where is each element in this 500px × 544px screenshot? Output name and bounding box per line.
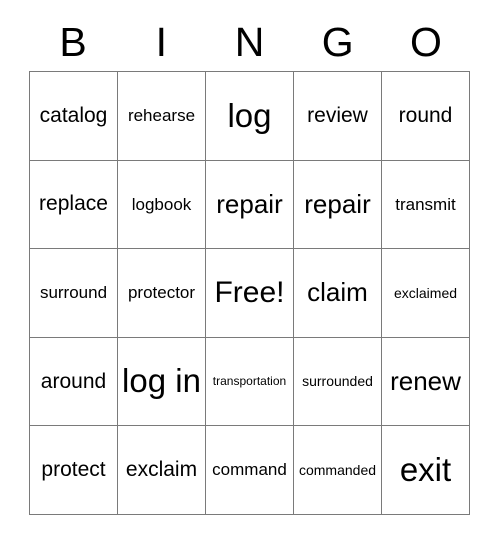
bingo-cell-label: protect: [41, 458, 106, 482]
bingo-cell-label: repair: [216, 188, 283, 219]
bingo-cell-label: surrounded: [302, 373, 373, 390]
bingo-cell-i4[interactable]: log in: [118, 337, 206, 427]
bingo-cell-label: surround: [39, 283, 108, 303]
bingo-cell-n5[interactable]: command: [206, 426, 294, 515]
bingo-cell-label: transportation: [212, 374, 287, 389]
bingo-cell-label: logbook: [131, 194, 192, 214]
bingo-cell-label: around: [40, 369, 107, 393]
header-letter-i: I: [155, 19, 167, 65]
bingo-cell-i5[interactable]: exclaim: [118, 426, 206, 515]
header-letter-g: G: [321, 19, 354, 65]
bingo-cell-i1[interactable]: rehearse: [118, 72, 206, 161]
bingo-cell-g3[interactable]: claim: [294, 249, 382, 338]
bingo-cell-o4[interactable]: renew: [382, 337, 470, 427]
bingo-cell-label: transmit: [395, 194, 456, 214]
bingo-cell-i2[interactable]: logbook: [118, 160, 206, 250]
bingo-cell-n4[interactable]: transportation: [206, 337, 294, 427]
bingo-cell-b5[interactable]: protect: [30, 426, 118, 515]
bingo-cell-label: exit: [399, 451, 452, 489]
bingo-cell-o1[interactable]: round: [382, 72, 470, 161]
bingo-grid: catalog rehearse log review round replac…: [29, 71, 470, 515]
bingo-cell-b3[interactable]: surround: [30, 249, 118, 338]
bingo-cell-g5[interactable]: commanded: [294, 426, 382, 515]
bingo-cell-g4[interactable]: surrounded: [294, 337, 382, 427]
bingo-cell-label: log: [227, 96, 272, 134]
bingo-cell-g1[interactable]: review: [294, 72, 382, 161]
bingo-cell-o3[interactable]: exclaimed: [382, 249, 470, 338]
bingo-cell-label: exclaimed: [393, 284, 458, 301]
bingo-card: B I N G O catalog rehearse log review ro…: [0, 0, 500, 544]
bingo-cell-label: rehearse: [127, 105, 196, 125]
bingo-cell-label: catalog: [39, 103, 108, 127]
bingo-cell-g2[interactable]: repair: [294, 160, 382, 250]
bingo-cell-label: commanded: [298, 461, 377, 478]
bingo-cell-label: protector: [127, 283, 196, 303]
bingo-cell-label: renew: [390, 366, 461, 397]
bingo-cell-o5[interactable]: exit: [382, 426, 470, 515]
bingo-cell-n1[interactable]: log: [206, 72, 294, 161]
bingo-cell-b1[interactable]: catalog: [30, 72, 118, 161]
bingo-cell-label: command: [212, 460, 287, 480]
bingo-cell-n2[interactable]: repair: [206, 160, 294, 250]
bingo-cell-label: round: [398, 103, 453, 127]
bingo-free-label: Free!: [214, 276, 285, 310]
bingo-cell-free[interactable]: Free!: [206, 249, 294, 338]
bingo-cell-b2[interactable]: replace: [30, 160, 118, 250]
bingo-cell-label: repair: [304, 188, 371, 219]
bingo-cell-label: log in: [122, 362, 201, 400]
header-letter-o: O: [409, 19, 442, 65]
bingo-header: B I N G O: [29, 14, 470, 71]
bingo-cell-label: review: [307, 103, 368, 127]
bingo-cell-i3[interactable]: protector: [118, 249, 206, 338]
bingo-cell-b4[interactable]: around: [30, 337, 118, 427]
bingo-cell-label: claim: [307, 277, 368, 308]
bingo-cell-o2[interactable]: transmit: [382, 160, 470, 250]
header-letter-b: B: [59, 19, 87, 65]
bingo-cell-label: replace: [39, 192, 108, 216]
bingo-cell-label: exclaim: [125, 458, 198, 482]
header-letter-n: N: [234, 19, 265, 65]
